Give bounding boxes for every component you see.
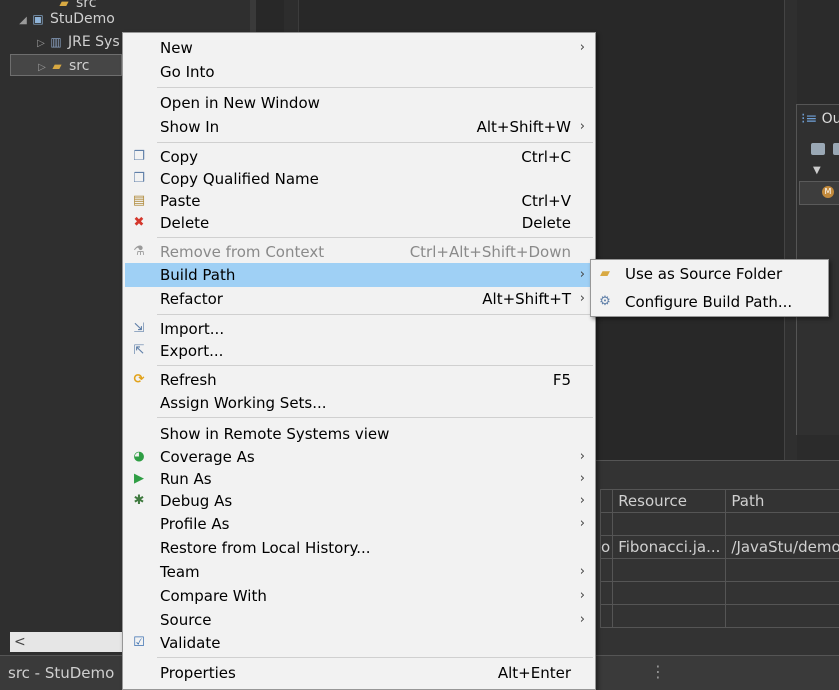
menu-shortcut: F5 xyxy=(553,371,571,389)
menu-item-go-into[interactable]: Go Into xyxy=(125,61,593,83)
menu-item-compare-with[interactable]: Compare With› xyxy=(125,585,593,607)
copy-qualified-name-icon: ❐ xyxy=(131,171,147,187)
table-row[interactable] xyxy=(601,582,839,605)
column-header-resource[interactable]: Resource xyxy=(613,490,726,513)
table-row[interactable] xyxy=(601,559,839,582)
copy-icon: ❐ xyxy=(131,149,147,165)
menu-item-configure-build-path[interactable]: ⚙Configure Build Path... xyxy=(593,291,826,313)
project-icon: ▣ xyxy=(30,8,46,30)
menu-item-refresh[interactable]: ⟳RefreshF5 xyxy=(125,369,593,391)
menu-item-show-in[interactable]: Show InAlt+Shift+W› xyxy=(125,116,593,138)
table-header-row: Resource Path xyxy=(601,490,839,513)
menu-item-properties[interactable]: PropertiesAlt+Enter xyxy=(125,662,593,684)
tree-item-src-selected[interactable]: ▷▰src xyxy=(10,54,122,76)
submenu-arrow-icon: › xyxy=(580,39,585,57)
menu-item-import[interactable]: ⇲Import... xyxy=(125,318,593,340)
minimized-view-icon: M xyxy=(822,186,834,198)
delete-icon: ✖ xyxy=(131,215,147,231)
coverage-icon: ◕ xyxy=(131,449,147,465)
horizontal-scrollbar[interactable]: < xyxy=(10,632,122,652)
menu-separator xyxy=(157,237,593,238)
menu-shortcut: Ctrl+C xyxy=(521,148,571,166)
refresh-icon: ⟳ xyxy=(131,372,147,388)
menu-item-profile-as[interactable]: Profile As› xyxy=(125,513,593,535)
submenu-arrow-icon: › xyxy=(580,587,585,605)
source-folder-icon: ▰ xyxy=(597,266,613,282)
menu-item-source[interactable]: Source› xyxy=(125,609,593,631)
menu-item-coverage-as[interactable]: ◕Coverage As› xyxy=(125,446,593,468)
menu-item-assign-working-sets[interactable]: Assign Working Sets... xyxy=(125,392,593,414)
outline-toolbar-icon[interactable] xyxy=(833,143,839,155)
table-row[interactable] xyxy=(601,605,839,628)
tree-item-studemo[interactable]: ◢▣StuDemo xyxy=(16,8,115,30)
submenu-arrow-icon: › xyxy=(580,515,585,533)
menu-separator xyxy=(157,417,593,418)
menu-item-copy-qualified-name[interactable]: ❐Copy Qualified Name xyxy=(125,168,593,190)
status-text: src - StuDemo xyxy=(8,664,114,682)
submenu-arrow-icon: › xyxy=(580,448,585,466)
status-bar-handle-icon[interactable]: ⋮ xyxy=(650,662,666,681)
validate-check-icon: ☑ xyxy=(131,635,147,651)
submenu-arrow-icon: › xyxy=(580,290,585,308)
remove-from-context-icon: ⚗ xyxy=(131,244,147,260)
menu-separator xyxy=(157,87,593,88)
menu-item-new[interactable]: New› xyxy=(125,37,593,59)
problems-panel: Resource Path oFibonacci.ja.../JavaStu/d… xyxy=(590,460,839,656)
menu-item-paste[interactable]: ▤PasteCtrl+V xyxy=(125,190,593,212)
menu-shortcut: Ctrl+Alt+Shift+Down xyxy=(410,243,571,261)
menu-item-refactor[interactable]: RefactorAlt+Shift+T› xyxy=(125,288,593,310)
menu-separator xyxy=(157,142,593,143)
import-icon: ⇲ xyxy=(131,321,147,337)
menu-shortcut: Alt+Shift+W xyxy=(477,118,571,136)
table-row[interactable] xyxy=(601,513,839,536)
table-row[interactable]: oFibonacci.ja.../JavaStu/demo xyxy=(601,536,839,559)
build-path-submenu: ▰Use as Source Folder ⚙Configure Build P… xyxy=(590,259,829,317)
outline-tab[interactable]: M xyxy=(799,181,839,205)
menu-item-export[interactable]: ⇱Export... xyxy=(125,340,593,362)
outline-title[interactable]: ⁝≡ Ou xyxy=(801,111,839,127)
column-header-path[interactable]: Path xyxy=(726,490,839,513)
collapsed-arrow-icon[interactable]: ▷ xyxy=(34,33,48,55)
menu-item-copy[interactable]: ❐CopyCtrl+C xyxy=(125,146,593,168)
menu-separator xyxy=(157,365,593,366)
outline-toolbar-icon[interactable] xyxy=(811,143,825,155)
submenu-arrow-icon: › xyxy=(580,266,585,284)
menu-item-debug-as[interactable]: ✱Debug As› xyxy=(125,490,593,512)
menu-item-delete[interactable]: ✖DeleteDelete xyxy=(125,212,593,234)
menu-item-show-in-remote-systems-view[interactable]: Show in Remote Systems view xyxy=(125,423,593,445)
library-icon: ▥ xyxy=(48,31,64,53)
submenu-arrow-icon: › xyxy=(580,470,585,488)
menu-shortcut: Delete xyxy=(522,214,571,232)
submenu-arrow-icon: › xyxy=(580,611,585,629)
expanded-arrow-icon[interactable]: ◢ xyxy=(16,10,30,32)
menu-separator xyxy=(157,657,593,658)
run-icon: ▶ xyxy=(131,471,147,487)
paste-icon: ▤ xyxy=(131,193,147,209)
menu-item-use-as-source-folder[interactable]: ▰Use as Source Folder xyxy=(593,263,826,285)
menu-shortcut: Alt+Shift+T xyxy=(482,290,571,308)
debug-icon: ✱ xyxy=(131,493,147,509)
configure-build-path-icon: ⚙ xyxy=(597,294,613,310)
menu-item-open-in-new-window[interactable]: Open in New Window xyxy=(125,92,593,114)
menu-shortcut: Alt+Enter xyxy=(498,664,571,682)
problems-table: Resource Path oFibonacci.ja.../JavaStu/d… xyxy=(600,489,839,628)
collapsed-arrow-icon[interactable]: ▷ xyxy=(35,57,49,79)
scroll-left-icon[interactable]: < xyxy=(14,632,26,652)
menu-item-run-as[interactable]: ▶Run As› xyxy=(125,468,593,490)
submenu-arrow-icon: › xyxy=(580,563,585,581)
menu-item-restore-from-local-history[interactable]: Restore from Local History... xyxy=(125,537,593,559)
menu-item-validate[interactable]: ☑Validate xyxy=(125,632,593,654)
submenu-arrow-icon: › xyxy=(580,118,585,136)
view-menu-icon[interactable]: ▼ xyxy=(813,165,821,176)
submenu-arrow-icon: › xyxy=(580,492,585,510)
menu-item-remove-from-context: ⚗Remove from ContextCtrl+Alt+Shift+Down xyxy=(125,241,593,263)
package-folder-icon: ▰ xyxy=(49,55,65,77)
menu-item-build-path[interactable]: Build Path› xyxy=(125,263,593,287)
context-menu: New› Go Into Open in New Window Show InA… xyxy=(122,32,596,690)
menu-item-team[interactable]: Team› xyxy=(125,561,593,583)
menu-separator xyxy=(157,314,593,315)
export-icon: ⇱ xyxy=(131,343,147,359)
menu-shortcut: Ctrl+V xyxy=(521,192,571,210)
tree-item-jre-system-library[interactable]: ▷▥JRE Sys xyxy=(34,31,120,53)
